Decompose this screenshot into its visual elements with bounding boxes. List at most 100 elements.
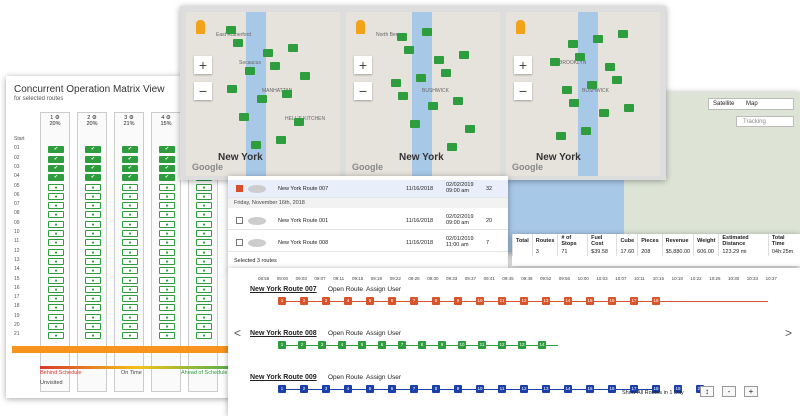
matrix-cell[interactable]: ● bbox=[122, 304, 138, 312]
matrix-cell[interactable]: ● bbox=[85, 295, 101, 303]
stop-pin-icon[interactable] bbox=[397, 33, 407, 41]
timeline-stop[interactable]: 9 bbox=[438, 341, 446, 349]
open-route-link[interactable]: Open Route bbox=[328, 374, 363, 381]
timeline-stop[interactable]: 11 bbox=[498, 385, 506, 393]
open-route-link[interactable]: Open Route bbox=[328, 286, 363, 293]
scroll-right-arrow[interactable]: > bbox=[785, 326, 792, 340]
scroll-left-arrow[interactable]: < bbox=[234, 326, 241, 340]
gear-icon[interactable] bbox=[248, 185, 266, 193]
matrix-cell[interactable]: ● bbox=[196, 257, 212, 265]
timeline-stop[interactable]: 6 bbox=[388, 385, 396, 393]
assign-user-link[interactable]: Assign User bbox=[366, 330, 401, 337]
stop-pin-icon[interactable] bbox=[300, 72, 310, 80]
matrix-cell[interactable]: ● bbox=[122, 285, 138, 293]
timeline-route-title[interactable]: New York Route 009 bbox=[250, 374, 317, 381]
matrix-cell[interactable]: ● bbox=[48, 313, 64, 321]
timeline-stop[interactable]: 12 bbox=[520, 297, 528, 305]
zoom-out-button[interactable]: − bbox=[354, 82, 372, 100]
timeline-stop[interactable]: 14 bbox=[538, 341, 546, 349]
matrix-cell[interactable]: ● bbox=[122, 192, 138, 200]
stop-pin-icon[interactable] bbox=[441, 69, 451, 77]
assign-user-link[interactable]: Assign User bbox=[366, 286, 401, 293]
matrix-cell[interactable]: ✔ bbox=[85, 155, 101, 163]
fit-button[interactable]: ↕ bbox=[700, 386, 714, 397]
matrix-cell[interactable]: ● bbox=[159, 211, 175, 219]
stop-pin-icon[interactable] bbox=[624, 104, 634, 112]
timeline-stop[interactable]: 11 bbox=[478, 341, 486, 349]
matrix-cell[interactable]: ● bbox=[196, 267, 212, 275]
zoom-in-button[interactable]: + bbox=[354, 56, 372, 74]
matrix-cell[interactable]: ● bbox=[122, 239, 138, 247]
matrix-cell[interactable]: ● bbox=[85, 267, 101, 275]
timeline-stop[interactable]: 1 bbox=[278, 385, 286, 393]
timeline-stop[interactable]: 18 bbox=[652, 297, 660, 305]
timeline-stop[interactable]: 15 bbox=[586, 385, 594, 393]
stop-pin-icon[interactable] bbox=[245, 67, 255, 75]
matrix-cell[interactable]: ● bbox=[122, 313, 138, 321]
matrix-cell[interactable]: ● bbox=[159, 323, 175, 330]
timeline-stop[interactable]: 7 bbox=[398, 341, 406, 349]
matrix-cell[interactable]: ● bbox=[196, 183, 212, 191]
matrix-cell[interactable]: ● bbox=[196, 323, 212, 330]
matrix-cell[interactable]: ● bbox=[159, 267, 175, 275]
route-checkbox[interactable] bbox=[236, 185, 243, 192]
timeline-stop[interactable]: 2 bbox=[300, 385, 308, 393]
matrix-cell[interactable]: ● bbox=[85, 183, 101, 191]
matrix-cell[interactable]: ● bbox=[85, 332, 101, 340]
matrix-cell[interactable]: ✔ bbox=[159, 146, 175, 154]
matrix-cell[interactable]: ● bbox=[122, 220, 138, 228]
matrix-cell[interactable]: ● bbox=[48, 332, 64, 340]
timeline-stop[interactable]: 1 bbox=[278, 297, 286, 305]
stop-pin-icon[interactable] bbox=[404, 46, 414, 54]
timeline-stop[interactable]: 4 bbox=[338, 341, 346, 349]
timeline-stop[interactable]: 13 bbox=[518, 341, 526, 349]
matrix-cell[interactable]: ● bbox=[48, 304, 64, 312]
matrix-cell[interactable]: ● bbox=[122, 332, 138, 340]
street-view-pegman-icon[interactable] bbox=[516, 20, 525, 34]
matrix-cell[interactable]: ● bbox=[85, 220, 101, 228]
matrix-cell[interactable]: ● bbox=[159, 202, 175, 210]
matrix-cell[interactable]: ● bbox=[159, 183, 175, 191]
stop-pin-icon[interactable] bbox=[593, 35, 603, 43]
matrix-cell[interactable]: ✔ bbox=[85, 146, 101, 154]
route-checkbox[interactable] bbox=[236, 239, 243, 246]
matrix-cell[interactable]: ● bbox=[196, 295, 212, 303]
stop-pin-icon[interactable] bbox=[391, 79, 401, 87]
matrix-cell[interactable]: ● bbox=[85, 239, 101, 247]
matrix-cell[interactable]: ● bbox=[196, 276, 212, 284]
matrix-cell[interactable]: ● bbox=[196, 239, 212, 247]
timeline-stop[interactable]: 5 bbox=[358, 341, 366, 349]
timeline-stop[interactable]: 16 bbox=[608, 297, 616, 305]
timeline-stop[interactable]: 11 bbox=[498, 297, 506, 305]
street-view-pegman-icon[interactable] bbox=[356, 20, 365, 34]
timeline-stop[interactable]: 8 bbox=[432, 385, 440, 393]
stop-pin-icon[interactable] bbox=[575, 53, 585, 61]
matrix-cell[interactable]: ● bbox=[85, 323, 101, 330]
stop-pin-icon[interactable] bbox=[251, 141, 261, 149]
gear-icon[interactable] bbox=[248, 239, 266, 247]
timeline-stop[interactable]: 1 bbox=[278, 341, 286, 349]
satellite-option[interactable]: Satellite bbox=[713, 101, 734, 107]
timeline-stop[interactable]: 5 bbox=[366, 297, 374, 305]
route-row-008[interactable]: New York Route 008 11/16/2018 02/01/2019… bbox=[228, 234, 508, 252]
matrix-cell[interactable]: ● bbox=[196, 202, 212, 210]
matrix-cell[interactable]: ● bbox=[85, 257, 101, 265]
matrix-cell[interactable]: ✔ bbox=[159, 174, 175, 182]
timeline-stop[interactable]: 10 bbox=[476, 297, 484, 305]
show-all-routes-label[interactable]: Show All Routes in 1 Day bbox=[622, 390, 684, 396]
matrix-cell[interactable]: ✔ bbox=[159, 164, 175, 172]
matrix-cell[interactable]: ✔ bbox=[85, 174, 101, 182]
matrix-cell[interactable]: ● bbox=[159, 276, 175, 284]
matrix-cell[interactable]: ● bbox=[122, 202, 138, 210]
matrix-cell[interactable]: ● bbox=[196, 304, 212, 312]
matrix-cell[interactable]: ● bbox=[122, 267, 138, 275]
matrix-cell[interactable]: ● bbox=[48, 257, 64, 265]
timeline-stop[interactable]: 17 bbox=[630, 297, 638, 305]
timeline-stop[interactable]: 12 bbox=[498, 341, 506, 349]
matrix-cell[interactable]: ● bbox=[48, 220, 64, 228]
stop-pin-icon[interactable] bbox=[398, 92, 408, 100]
timeline-stop[interactable]: 3 bbox=[322, 297, 330, 305]
stop-pin-icon[interactable] bbox=[276, 136, 286, 144]
matrix-cell[interactable]: ● bbox=[48, 323, 64, 330]
matrix-cell[interactable]: ● bbox=[48, 239, 64, 247]
